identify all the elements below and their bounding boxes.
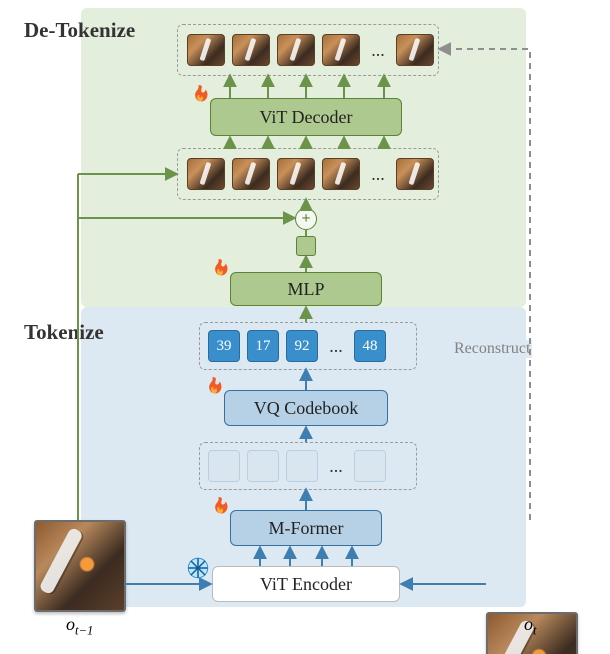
vq-codebook-module: VQ Codebook [224,390,388,426]
frame [396,34,434,66]
frame [322,158,360,190]
mlp-label: MLP [287,279,324,300]
ellipsis: ... [367,164,389,185]
residual-frames: ... [187,158,434,190]
green-square [296,236,316,256]
vit-decoder-label: ViT Decoder [259,107,352,128]
reconstruct-label: Reconstruct [452,340,532,358]
flame-icon [210,258,232,284]
snowflake-icon [186,556,210,580]
frame [187,34,225,66]
frame [396,158,434,190]
mlp-module: MLP [230,272,382,306]
code-token: 39 [208,330,240,362]
obs-cur-label: ot [524,614,537,639]
code-token: 48 [354,330,386,362]
m-former-module: M-Former [230,510,382,546]
latent-token [354,450,386,482]
obs-prev-label: ot−1 [66,614,93,639]
latent-token [208,450,240,482]
ellipsis: ... [367,40,389,61]
vit-decoder-module: ViT Decoder [210,98,402,136]
flame-icon [204,376,226,402]
code-token: 92 [286,330,318,362]
flame-icon [190,84,212,110]
vit-encoder-module: ViT Encoder [212,566,400,602]
frame [232,158,270,190]
flame-icon [210,496,232,522]
ellipsis: ... [325,336,347,357]
code-tokens: 39 17 92 ... 48 [208,330,386,362]
latent-token [286,450,318,482]
frame [277,34,315,66]
output-frames: ... [187,34,434,66]
tokenize-title: Tokenize [24,320,104,345]
detokenize-title: De-Tokenize [24,18,135,43]
frame [322,34,360,66]
oplus-icon: + [295,208,317,230]
frame [232,34,270,66]
frame [187,158,225,190]
m-former-label: M-Former [269,518,344,539]
vit-encoder-label: ViT Encoder [260,574,352,595]
frame [277,158,315,190]
latent-tokens: ... [208,450,386,482]
latent-token [247,450,279,482]
observation-prev [34,520,126,612]
ellipsis: ... [325,456,347,477]
code-token: 17 [247,330,279,362]
vq-codebook-label: VQ Codebook [254,398,359,419]
